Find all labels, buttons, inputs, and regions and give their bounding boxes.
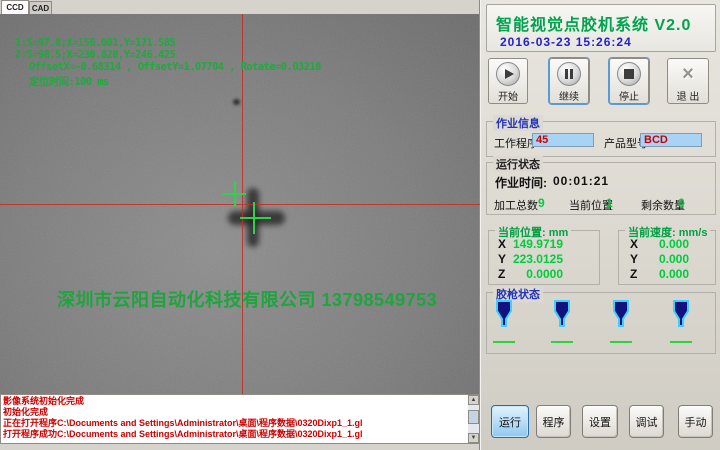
current-speed-groupbox: 当前速度: mm/s X 0.000 Y 0.000 Z 0.000 (618, 230, 716, 285)
speed-z-label: Z (630, 267, 637, 281)
title-box: 智能视觉点胶机系统 V2.0 2016-03-23 15:26:24 (486, 4, 716, 52)
speed-x-label: X (630, 237, 638, 251)
log-scrollbar[interactable]: ▲ ▼ (468, 395, 479, 443)
pause-icon (557, 62, 581, 86)
tab-ccd[interactable]: CCD (1, 0, 29, 14)
datetime-display: 2016-03-23 15:26:24 (500, 35, 632, 49)
crosshair-horizontal-line (0, 204, 480, 205)
continue-button-label: 继续 (559, 88, 579, 103)
current-index-value: 1 (606, 196, 613, 210)
speed-z-value: 0.000 (639, 267, 689, 281)
glue-gun-status-groupbox: 胶枪状态 (486, 292, 716, 354)
gun-status-indicator (670, 341, 692, 343)
nav-settings-button[interactable]: 设置 (582, 405, 618, 438)
log-line: 初始化完成 (1, 407, 479, 418)
match-cross-1 (234, 181, 236, 207)
vision-result-line-1: 1:S=97.8;X=156.081,Y=171.585 (15, 37, 175, 49)
glue-gun-icon (612, 300, 630, 328)
position-y-value: 223.0125 (501, 252, 563, 266)
run-status-groupbox: 运行状态 作业时间: 00:01:21 加工总数 9 当前位置 1 剩余数量 0 (486, 162, 716, 215)
exit-button[interactable]: × 退 出 (667, 58, 709, 104)
gun-status-indicator (551, 341, 573, 343)
vision-offset-line: OffsetX=-0.68314 , OffsetY=1.07704 , Rot… (29, 61, 321, 73)
speed-y-value: 0.000 (639, 252, 689, 266)
vision-result-line-2: 2:S=98.5;X=230.828,Y=246.425 (15, 49, 175, 61)
gun-status-indicator (493, 341, 515, 343)
total-count-label: 加工总数 (494, 197, 538, 213)
exit-button-label: 退 出 (677, 88, 700, 103)
app-title: 智能视觉点胶机系统 V2.0 (496, 11, 691, 35)
gun-status-indicator (610, 341, 632, 343)
debris-speck (233, 99, 240, 105)
scroll-down-icon[interactable]: ▼ (468, 433, 479, 443)
start-button[interactable]: 开始 (488, 58, 528, 104)
glue-gun-icon (672, 300, 690, 328)
play-icon (496, 62, 520, 86)
position-z-value: 0.0000 (501, 267, 563, 281)
glue-gun-icon (495, 300, 513, 328)
log-line: 打开程序成功C:\Documents and Settings\Administ… (1, 429, 479, 440)
nav-program-button[interactable]: 程序 (536, 405, 571, 438)
log-line: 正在打开程序C:\Documents and Settings\Administ… (1, 418, 479, 429)
glue-gun-icon (553, 300, 571, 328)
log-line: 影像系统初始化完成 (1, 395, 479, 407)
scrollbar-thumb[interactable] (468, 410, 479, 424)
stop-icon (617, 62, 641, 86)
camera-tabbar: CCD CAD (0, 0, 480, 14)
product-model-field[interactable]: BCD (640, 133, 702, 147)
current-position-groupbox: 当前位置: mm X 149.9719 Y 223.0125 Z 0.0000 (488, 230, 600, 285)
nav-run-button[interactable]: 运行 (491, 405, 529, 438)
speed-y-label: Y (630, 252, 638, 266)
match-cross-2 (253, 202, 255, 234)
position-x-value: 149.9719 (501, 237, 563, 251)
vendor-watermark: 深圳市云阳自动化科技有限公司 13798549753 (57, 286, 437, 312)
job-info-groupbox: 作业信息 工作程序 45 产品型号 BCD (486, 121, 716, 157)
job-time-value: 00:01:21 (553, 174, 609, 188)
nav-debug-button[interactable]: 调试 (629, 405, 664, 438)
speed-x-value: 0.000 (639, 237, 689, 251)
scroll-up-icon[interactable]: ▲ (468, 395, 479, 405)
nav-manual-button[interactable]: 手动 (678, 405, 713, 438)
close-icon: × (676, 62, 700, 86)
log-panel: 影像系统初始化完成 初始化完成 正在打开程序C:\Documents and S… (0, 394, 480, 444)
run-status-title: 运行状态 (493, 156, 543, 172)
stop-button[interactable]: 停止 (609, 58, 649, 104)
stop-button-label: 停止 (619, 88, 639, 103)
camera-view: 1:S=97.8;X=156.081,Y=171.585 2:S=98.5;X=… (0, 14, 480, 394)
job-time-label: 作业时间: (495, 174, 547, 191)
remaining-count-value: 0 (678, 196, 685, 210)
locate-time-line: 定位时间:100 ms (29, 74, 109, 89)
match-cross-2 (240, 217, 271, 219)
work-program-field[interactable]: 45 (532, 133, 594, 147)
total-count-value: 9 (538, 196, 545, 210)
start-button-label: 开始 (498, 88, 518, 103)
continue-button[interactable]: 继续 (549, 58, 589, 104)
control-panel: 智能视觉点胶机系统 V2.0 2016-03-23 15:26:24 开始 继续… (480, 0, 720, 450)
tab-cad[interactable]: CAD (29, 1, 52, 14)
job-info-title: 作业信息 (493, 115, 543, 131)
